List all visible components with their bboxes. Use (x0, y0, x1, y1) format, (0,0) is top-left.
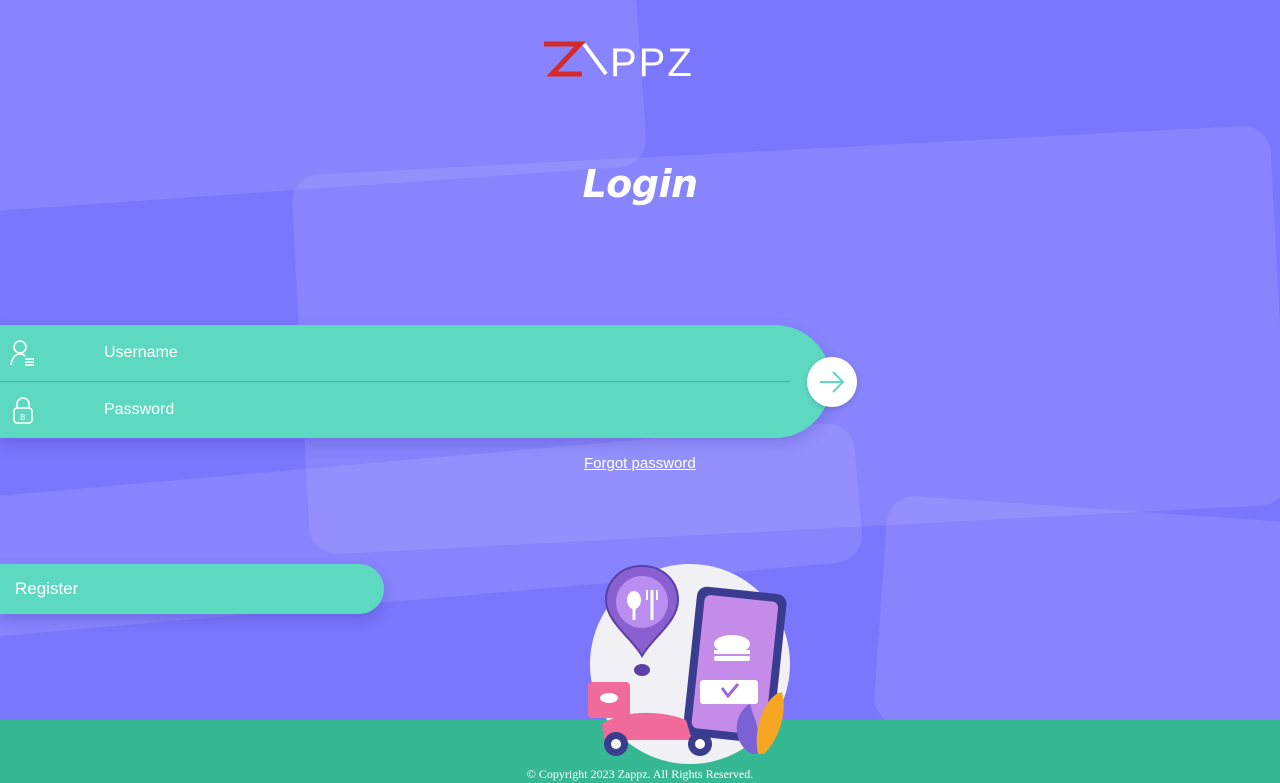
plate-icon (627, 591, 641, 609)
check-card-icon (700, 680, 758, 704)
svg-text:B: B (20, 413, 26, 422)
zappz-logo: PPZ (540, 38, 740, 85)
username-field (0, 325, 790, 382)
copyright-text: © Copyright 2023 Zappz. All Rights Reser… (526, 767, 754, 781)
page-title: Login (582, 162, 698, 206)
login-submit-button[interactable] (807, 357, 857, 407)
background-shape (872, 494, 1280, 756)
arrow-right-icon (820, 371, 845, 393)
username-input[interactable] (104, 325, 764, 381)
register-button[interactable]: Register (0, 564, 384, 614)
register-label: Register (15, 579, 79, 598)
user-icon (10, 339, 36, 367)
food-delivery-illustration (582, 564, 798, 764)
forgot-password-link[interactable]: Forgot password (584, 455, 696, 472)
login-form: B (0, 325, 831, 438)
password-input[interactable] (104, 382, 764, 438)
lock-icon: B (10, 396, 36, 424)
svg-text:PPZ: PPZ (610, 41, 694, 84)
zappz-logo-mark: PPZ (544, 41, 694, 85)
password-field: B (0, 382, 790, 438)
